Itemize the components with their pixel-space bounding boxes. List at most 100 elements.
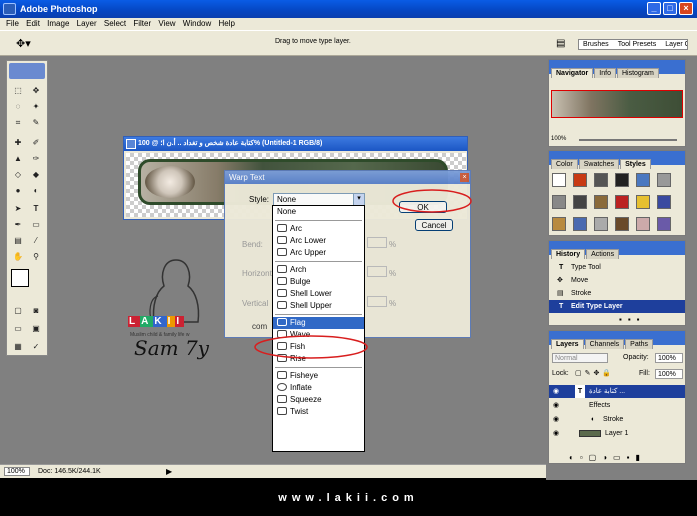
style-swatch[interactable] (552, 195, 566, 209)
hand-tool-icon[interactable]: ✋ (11, 251, 25, 263)
tab-paths[interactable]: Paths (625, 339, 654, 349)
menu-window[interactable]: Window (183, 19, 211, 28)
ok-button[interactable]: OK (399, 201, 447, 213)
tab-swatches[interactable]: Swatches (578, 159, 620, 169)
history-item[interactable]: ✥ Move (549, 274, 685, 287)
option-twist[interactable]: Twist (273, 406, 364, 418)
option-arc-lower[interactable]: Arc Lower (273, 235, 364, 247)
style-swatch[interactable] (573, 195, 587, 209)
option-arch[interactable]: Arch (273, 264, 364, 276)
adobe-feather-icon[interactable] (9, 63, 45, 79)
option-wave[interactable]: Wave (273, 329, 364, 341)
type-tool-icon[interactable]: T (29, 203, 43, 215)
style-swatch[interactable] (636, 217, 650, 231)
style-swatch[interactable] (573, 173, 587, 187)
dodge-tool-icon[interactable]: ◐ (29, 185, 43, 197)
gradient-tool-icon[interactable]: ◆ (29, 169, 43, 181)
crop-tool-icon[interactable]: ⌗ (11, 117, 25, 129)
status-arrow-icon[interactable]: ▶ (166, 465, 172, 478)
style-swatch[interactable] (657, 217, 671, 231)
option-shell-lower[interactable]: Shell Lower (273, 288, 364, 300)
marquee-tool-icon[interactable]: ⬚ (11, 85, 25, 97)
layer-row-stroke[interactable]: ◉ ◐ Stroke (549, 413, 685, 426)
layer-row-effects[interactable]: ◉ Effects (549, 399, 685, 412)
horizontal-field[interactable] (367, 266, 387, 277)
tab-layer-comps[interactable]: Layer Comps (661, 40, 687, 49)
history-brush-icon[interactable]: ✑ (29, 153, 43, 165)
option-arc-upper[interactable]: Arc Upper (273, 247, 364, 259)
tab-histogram[interactable]: Histogram (616, 68, 659, 78)
layers-footer-icons[interactable]: ◐▫▢◑▭▪▮ (569, 453, 646, 462)
path-select-icon[interactable]: ➤ (11, 203, 25, 215)
blend-mode-select[interactable]: Normal (552, 353, 608, 363)
vertical-field[interactable] (367, 296, 387, 307)
tab-info[interactable]: Info (594, 68, 616, 78)
lock-icons[interactable]: ▢✎✥🔒 (575, 369, 614, 377)
history-item[interactable]: ▤ Stroke (549, 287, 685, 300)
move-tool-icon[interactable]: ✥ (29, 85, 43, 97)
layer-row-text[interactable]: ◉ T كتابة عادة ... (549, 385, 685, 398)
tab-tool-presets[interactable]: Tool Presets (614, 40, 661, 49)
style-swatch[interactable] (615, 217, 629, 231)
healing-brush-icon[interactable]: ✚ (11, 137, 25, 149)
minimize-button[interactable]: _ (647, 2, 661, 15)
notes-tool-icon[interactable]: ▤ (11, 235, 25, 247)
tab-layers[interactable]: Layers (551, 339, 584, 349)
history-footer-icons[interactable]: ▪▪▪ (619, 315, 679, 325)
navigator-zoom-slider[interactable] (579, 139, 677, 141)
style-swatch[interactable] (615, 195, 629, 209)
eyedropper-icon[interactable]: ⁄ (29, 235, 43, 247)
tab-channels[interactable]: Channels (584, 339, 625, 349)
menu-filter[interactable]: Filter (133, 19, 151, 28)
tab-styles[interactable]: Styles (620, 159, 651, 169)
tab-brushes[interactable]: Brushes (579, 40, 613, 49)
shape-tool-icon[interactable]: ▭ (29, 219, 43, 231)
menu-select[interactable]: Select (104, 19, 126, 28)
menu-file[interactable]: File (6, 19, 19, 28)
close-button[interactable]: × (679, 2, 693, 15)
style-swatch[interactable] (573, 217, 587, 231)
tab-history[interactable]: History (551, 249, 586, 259)
chevron-down-icon[interactable]: ▾ (353, 194, 364, 205)
option-inflate[interactable]: Inflate (273, 382, 364, 394)
menu-help[interactable]: Help (218, 19, 234, 28)
menu-layer[interactable]: Layer (77, 19, 97, 28)
dialog-close-icon[interactable]: × (460, 173, 469, 182)
maximize-button[interactable]: □ (663, 2, 677, 15)
option-fish[interactable]: Fish (273, 341, 364, 353)
style-swatch[interactable] (636, 195, 650, 209)
style-swatch[interactable] (594, 217, 608, 231)
screen-mode-icon[interactable]: ▭ (11, 323, 25, 335)
lasso-tool-icon[interactable]: ◌ (11, 101, 25, 113)
option-flag[interactable]: Flag (273, 317, 364, 329)
style-swatch[interactable] (615, 173, 629, 187)
brush-tool-icon[interactable]: ✐ (29, 137, 43, 149)
option-rise[interactable]: Rise (273, 353, 364, 365)
menu-view[interactable]: View (158, 19, 175, 28)
style-swatch[interactable] (657, 195, 671, 209)
option-bulge[interactable]: Bulge (273, 276, 364, 288)
opacity-field[interactable]: 100% (655, 353, 683, 363)
fullscreen-mode-icon[interactable]: ▣ (29, 323, 43, 335)
navigator-zoom[interactable]: 100% (551, 136, 566, 142)
style-swatch[interactable] (594, 173, 608, 187)
style-none-swatch[interactable] (552, 173, 566, 187)
style-swatch[interactable] (657, 173, 671, 187)
slice-tool-icon[interactable]: ✎ (29, 117, 43, 129)
stamp-tool-icon[interactable]: ▲ (11, 153, 25, 165)
option-squeeze[interactable]: Squeeze (273, 394, 364, 406)
cancel-button[interactable]: Cancel (415, 219, 453, 231)
history-item[interactable]: T Type Tool (549, 261, 685, 274)
zoom-field[interactable]: 100% (4, 467, 30, 476)
foreground-color-swatch[interactable] (11, 269, 29, 287)
standard-mode-icon[interactable]: ▢ (11, 305, 25, 317)
option-arc[interactable]: Arc (273, 223, 364, 235)
eye-icon[interactable]: ◉ (553, 399, 559, 412)
menu-image[interactable]: Image (47, 19, 69, 28)
magic-wand-icon[interactable]: ✦ (29, 101, 43, 113)
eye-icon[interactable]: ◉ (553, 413, 559, 426)
quickmask-mode-icon[interactable]: ◙ (29, 305, 43, 317)
style-swatch[interactable] (594, 195, 608, 209)
eye-icon[interactable]: ◉ (553, 427, 559, 440)
layer-row-layer1[interactable]: ◉ Layer 1 (549, 427, 685, 440)
